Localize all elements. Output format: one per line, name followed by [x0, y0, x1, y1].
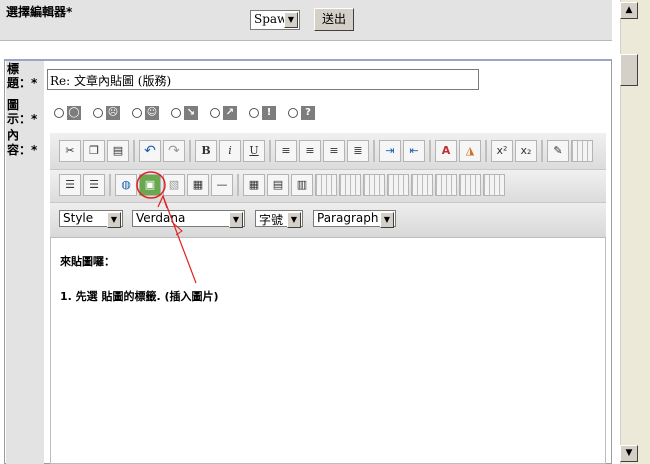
- scrollbar-thumb[interactable]: [620, 54, 638, 86]
- annotation-circle: [136, 171, 166, 199]
- scroll-up-icon[interactable]: ▲: [620, 2, 638, 19]
- annotation-arrow-line: [162, 195, 197, 284]
- scroll-down-icon[interactable]: ▼: [620, 445, 638, 462]
- window-edge: [639, 0, 650, 464]
- annotation-overlay: [136, 171, 197, 284]
